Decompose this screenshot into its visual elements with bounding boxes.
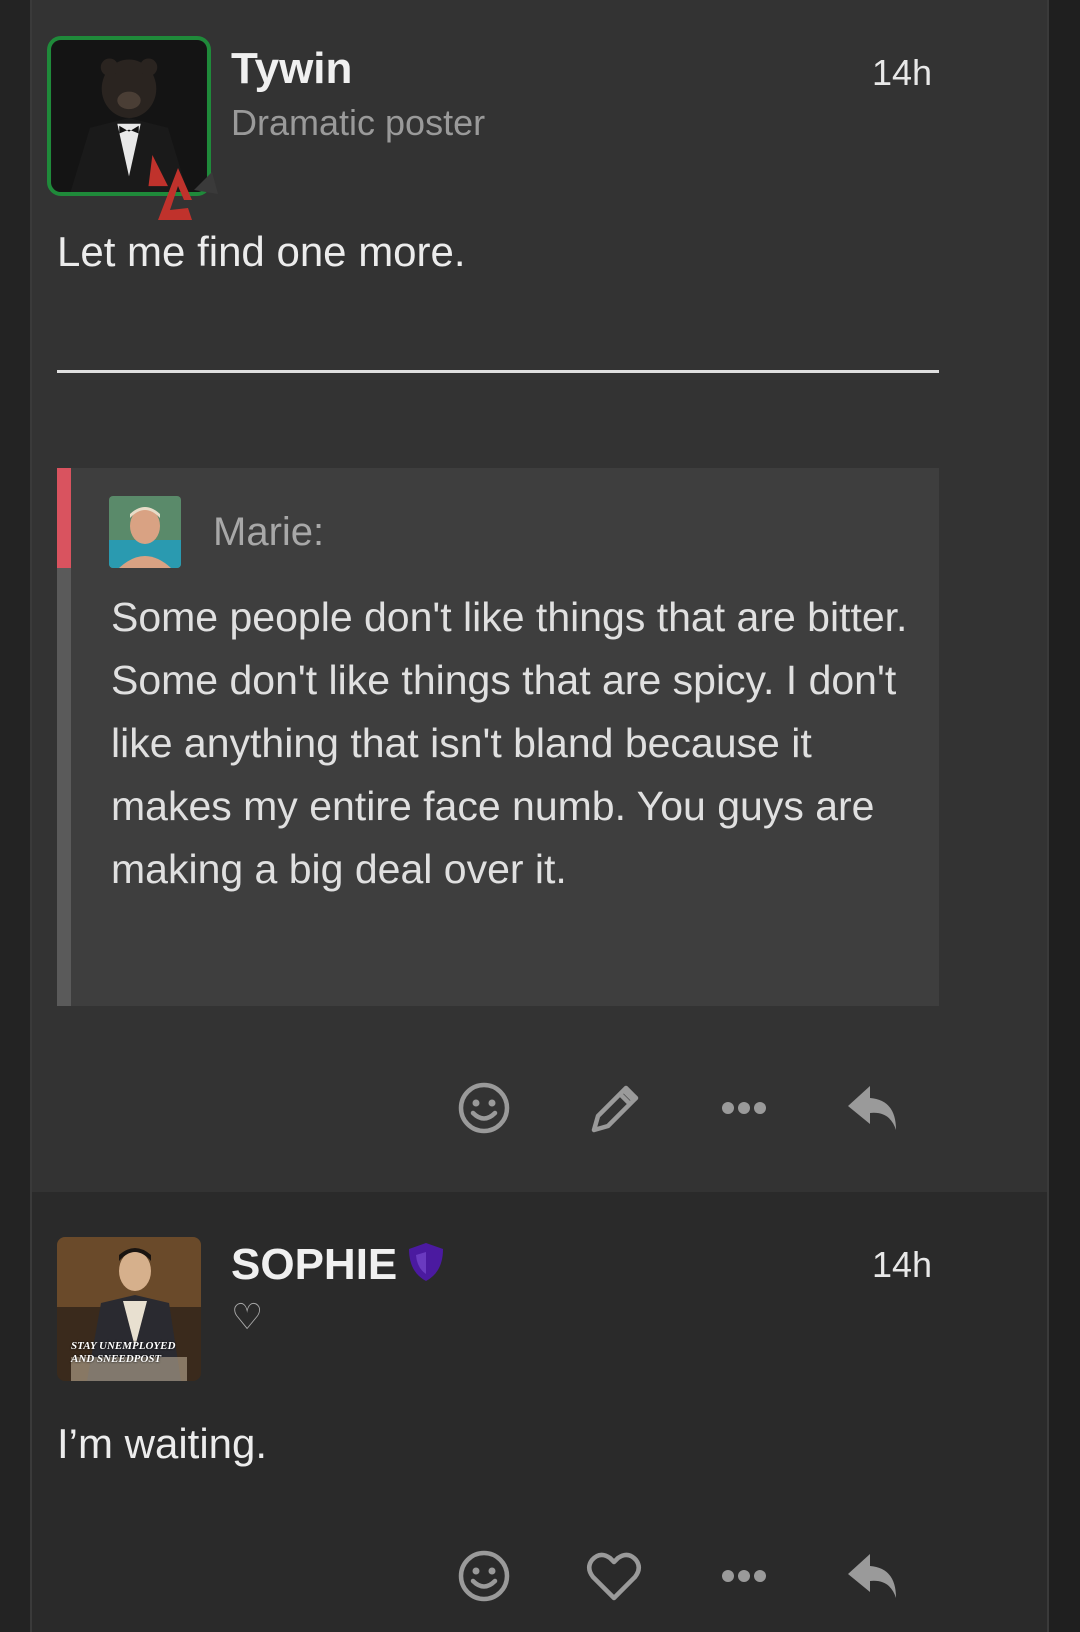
post-body: I’m waiting. [57, 1420, 268, 1467]
quote-avatar[interactable] [109, 496, 181, 568]
user-title: Dramatic poster [231, 102, 486, 143]
user-title-heart: ♡ [231, 1296, 264, 1337]
left-gutter [0, 0, 32, 1632]
post-body: Let me find one more. [57, 228, 466, 275]
pencil-icon[interactable] [584, 1078, 644, 1138]
divider [57, 370, 939, 373]
heart-icon[interactable] [584, 1546, 644, 1606]
post-time[interactable]: 14h [872, 1244, 932, 1286]
post-time[interactable]: 14h [872, 52, 932, 94]
more-icon[interactable] [714, 1078, 774, 1138]
quote-avatar-image [109, 496, 181, 568]
right-gutter [1047, 0, 1080, 1632]
smile-icon[interactable] [454, 1078, 514, 1138]
username[interactable]: SOPHIE [231, 1240, 397, 1290]
quote-bar-rest [57, 568, 71, 1006]
quote-text: Some people don't like things that are b… [111, 594, 908, 892]
reply-icon[interactable] [844, 1546, 904, 1606]
username[interactable]: Tywin [231, 44, 352, 94]
reply-icon[interactable] [844, 1078, 904, 1138]
shield-badge-icon [409, 1243, 443, 1281]
quote-bar [57, 468, 71, 568]
avatar-caption: STAY UNEMPLOYED AND SNEEDPOST [71, 1340, 176, 1365]
smile-icon[interactable] [454, 1546, 514, 1606]
flair-icon [158, 168, 218, 220]
quote-block: Marie: Some people don't like things tha… [57, 468, 939, 1006]
avatar[interactable]: STAY UNEMPLOYED AND SNEEDPOST [57, 1237, 201, 1381]
more-icon[interactable] [714, 1546, 774, 1606]
quote-author[interactable]: Marie: [213, 510, 324, 555]
